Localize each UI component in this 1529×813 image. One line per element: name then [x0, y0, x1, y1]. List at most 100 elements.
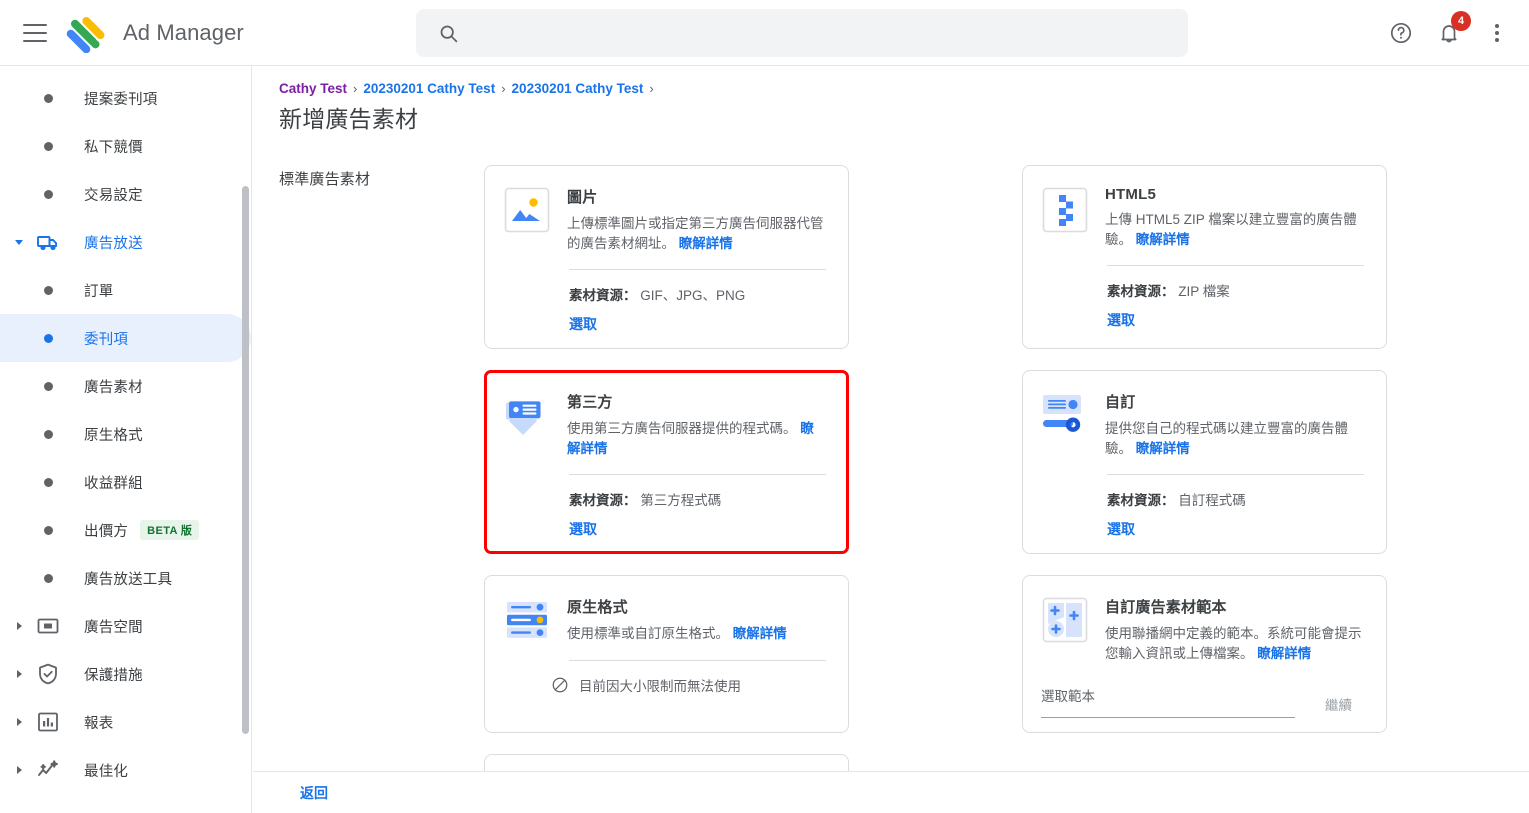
sidebar-item-3[interactable]: 廣告放送	[0, 218, 251, 266]
section-label: 標準廣告素材	[279, 171, 371, 188]
sidebar-item-4[interactable]: 訂單	[0, 266, 251, 314]
breadcrumb-link-2[interactable]: 20230201 Cathy Test	[512, 81, 644, 96]
creative-card-html5[interactable]: HTML5 上傳 HTML5 ZIP 檔案以建立豐富的廣告體驗。 瞭解詳情 素材資源…	[1022, 165, 1387, 350]
block-circle-icon	[551, 676, 569, 694]
learn-more-link[interactable]: 瞭解詳情	[1257, 646, 1311, 661]
chevron-right-icon[interactable]	[8, 670, 30, 678]
select-button[interactable]: 選取	[1107, 310, 1135, 330]
card-disabled-notice: 目前因大小限制而無法使用	[551, 675, 826, 695]
learn-more-link[interactable]: 瞭解詳情	[1136, 232, 1190, 247]
sidebar-item-9[interactable]: 出價方 BETA 版	[0, 506, 251, 554]
sidebar-nav-list: 提案委刊項私下競價交易設定 廣告放送訂單委刊項 廣告素材 原生格式 收益群組 出價方 BE…	[0, 66, 251, 794]
card-assets-meta: 素材資源： ZIP 檔案	[1107, 280, 1364, 300]
sidebar-item-label: 廣告放送	[84, 235, 143, 252]
sidebar-item-label: 交易設定	[84, 187, 143, 204]
card-assets-value: ZIP 檔案	[1174, 284, 1230, 300]
back-button[interactable]: 返回	[300, 783, 328, 803]
main-content: Cathy Test › 20230201 Cathy Test › 20230201 …	[253, 66, 1529, 771]
creative-card-third-party[interactable]: 第三方 使用第三方廣告伺服器提供的程式碼。 瞭解詳情 素材資源： 第三方程式碼 選取	[484, 370, 849, 555]
card-assets-value: GIF、JPG、PNG	[636, 288, 746, 304]
card-divider	[569, 474, 826, 476]
card-title: 自訂	[1105, 394, 1136, 412]
breadcrumb-separator: ›	[649, 81, 654, 96]
footer-action-bar: 返回	[253, 771, 1529, 813]
template-picker-row: 選取範本 繼續	[1041, 685, 1364, 719]
card-divider	[569, 660, 826, 662]
sidebar-item-5[interactable]: 委刊項	[0, 314, 251, 362]
card-title: 圖片	[567, 189, 598, 206]
sidebar-item-6[interactable]: 廣告素材	[0, 362, 251, 410]
sidebar-item-2[interactable]: 交易設定	[0, 170, 251, 218]
breadcrumb-link-0[interactable]: Cathy Test	[279, 81, 347, 96]
dot-icon	[30, 189, 66, 199]
top-bar-actions: 4	[1377, 0, 1529, 66]
breadcrumb-separator: ›	[501, 81, 506, 96]
chevron-right-icon[interactable]	[8, 766, 30, 774]
learn-more-link[interactable]: 瞭解詳情	[733, 626, 787, 641]
card-title: 原生格式	[567, 599, 628, 617]
search-icon	[438, 23, 459, 44]
sidebar-item-label: 私下競價	[84, 139, 143, 156]
chevron-right-icon[interactable]	[8, 718, 30, 726]
card-assets-label: 素材資源：	[569, 493, 637, 509]
card-assets-meta: 素材資源： 自訂程式碼	[1107, 489, 1364, 509]
sidebar-item-label: 保護措施	[84, 667, 143, 684]
select-template-label: 選取範本	[1041, 689, 1095, 705]
creative-type-section: 標準廣告素材 圖片 上傳標準圖片或指定第三方廣告伺服器代管的廣告素材網址。 瞭解詳…	[253, 162, 1529, 771]
card-description: 提供您自己的程式碼以建立豐富的廣告體驗。 瞭解詳情	[1105, 421, 1348, 456]
chevron-down-icon[interactable]	[8, 239, 30, 245]
dot-icon	[30, 429, 66, 439]
learn-more-link[interactable]: 瞭解詳情	[567, 421, 814, 456]
dot-icon	[30, 93, 66, 103]
creative-card-custom-template[interactable]: 自訂廣告素材範本 使用聯播網中定義的範本。系統可能會提示您輸入資訊或上傳檔案。 瞭…	[1022, 575, 1387, 734]
card-description: 使用第三方廣告伺服器提供的程式碼。 瞭解詳情	[567, 421, 814, 456]
creative-card-native[interactable]: 原生格式 使用標準或自訂原生格式。 瞭解詳情 目前因大小限制而無法使用	[484, 575, 849, 734]
card-assets-label: 素材資源：	[569, 288, 637, 304]
custom-template-plus-icon	[1041, 596, 1089, 644]
sidebar-item-0[interactable]: 提案委刊項	[0, 74, 251, 122]
dot-icon	[30, 525, 66, 535]
creative-card-standard-template[interactable]: 標準廣告素材範本預設使用 Ad Manager 中包含的範本。這些	[484, 754, 849, 771]
dot-icon	[30, 285, 66, 295]
sidebar-item-label: 提案委刊項	[84, 91, 158, 108]
sidebar-item-label: 訂單	[84, 283, 114, 300]
hamburger-menu-icon[interactable]	[23, 23, 47, 42]
card-assets-value: 第三方程式碼	[636, 493, 722, 509]
sidebar-item-10[interactable]: 廣告放送工具	[0, 554, 251, 602]
creative-card-image[interactable]: 圖片 上傳標準圖片或指定第三方廣告伺服器代管的廣告素材網址。 瞭解詳情 素材資源： …	[484, 165, 849, 350]
learn-more-link[interactable]: 瞭解詳情	[1136, 441, 1190, 456]
kebab-menu-icon[interactable]	[1473, 9, 1521, 57]
creative-cards-grid: 圖片 上傳標準圖片或指定第三方廣告伺服器代管的廣告素材網址。 瞭解詳情 素材資源： …	[484, 162, 1387, 771]
sidebar-item-11[interactable]: 廣告空間	[0, 602, 251, 650]
card-divider	[1107, 265, 1364, 267]
continue-button[interactable]: 繼續	[1313, 694, 1364, 718]
card-title: 第三方	[567, 394, 613, 412]
select-button[interactable]: 選取	[569, 519, 597, 539]
sidebar-item-7[interactable]: 原生格式	[0, 410, 251, 458]
notifications-button[interactable]: 4	[1425, 9, 1473, 57]
card-assets-label: 素材資源：	[1107, 284, 1175, 300]
sidebar-item-1[interactable]: 私下競價	[0, 122, 251, 170]
card-assets-meta: 素材資源： 第三方程式碼	[569, 489, 826, 509]
native-list-icon	[503, 596, 551, 644]
search-bar[interactable]	[416, 9, 1188, 57]
help-circle-icon[interactable]	[1377, 9, 1425, 57]
sidebar-item-label: 廣告放送工具	[84, 571, 173, 588]
sidebar-item-8[interactable]: 收益群組	[0, 458, 251, 506]
select-button[interactable]: 選取	[569, 314, 597, 334]
learn-more-link[interactable]: 瞭解詳情	[679, 236, 733, 251]
breadcrumb-link-1[interactable]: 20230201 Cathy Test	[363, 81, 495, 96]
select-template-underline	[1041, 705, 1295, 719]
creative-card-custom[interactable]: 自訂提供您自己的程式碼以建立豐富的廣告體驗。 瞭解詳情素材資源： 自訂程式碼 選取	[1022, 370, 1387, 555]
search-input[interactable]	[473, 23, 1172, 43]
sidebar-item-13[interactable]: 報表	[0, 698, 251, 746]
sidebar-scrollbar[interactable]	[242, 186, 249, 734]
html5-blocks-icon	[1041, 186, 1089, 234]
chevron-right-icon[interactable]	[8, 622, 30, 630]
sidebar-item-14[interactable]: 最佳化	[0, 746, 251, 794]
select-template-input[interactable]: 選取範本	[1041, 685, 1295, 719]
sidebar-item-12[interactable]: 保護措施	[0, 650, 251, 698]
card-divider	[1107, 474, 1364, 476]
brand-logo-group[interactable]: Ad Manager	[65, 13, 244, 53]
select-button[interactable]: 選取	[1107, 519, 1135, 539]
